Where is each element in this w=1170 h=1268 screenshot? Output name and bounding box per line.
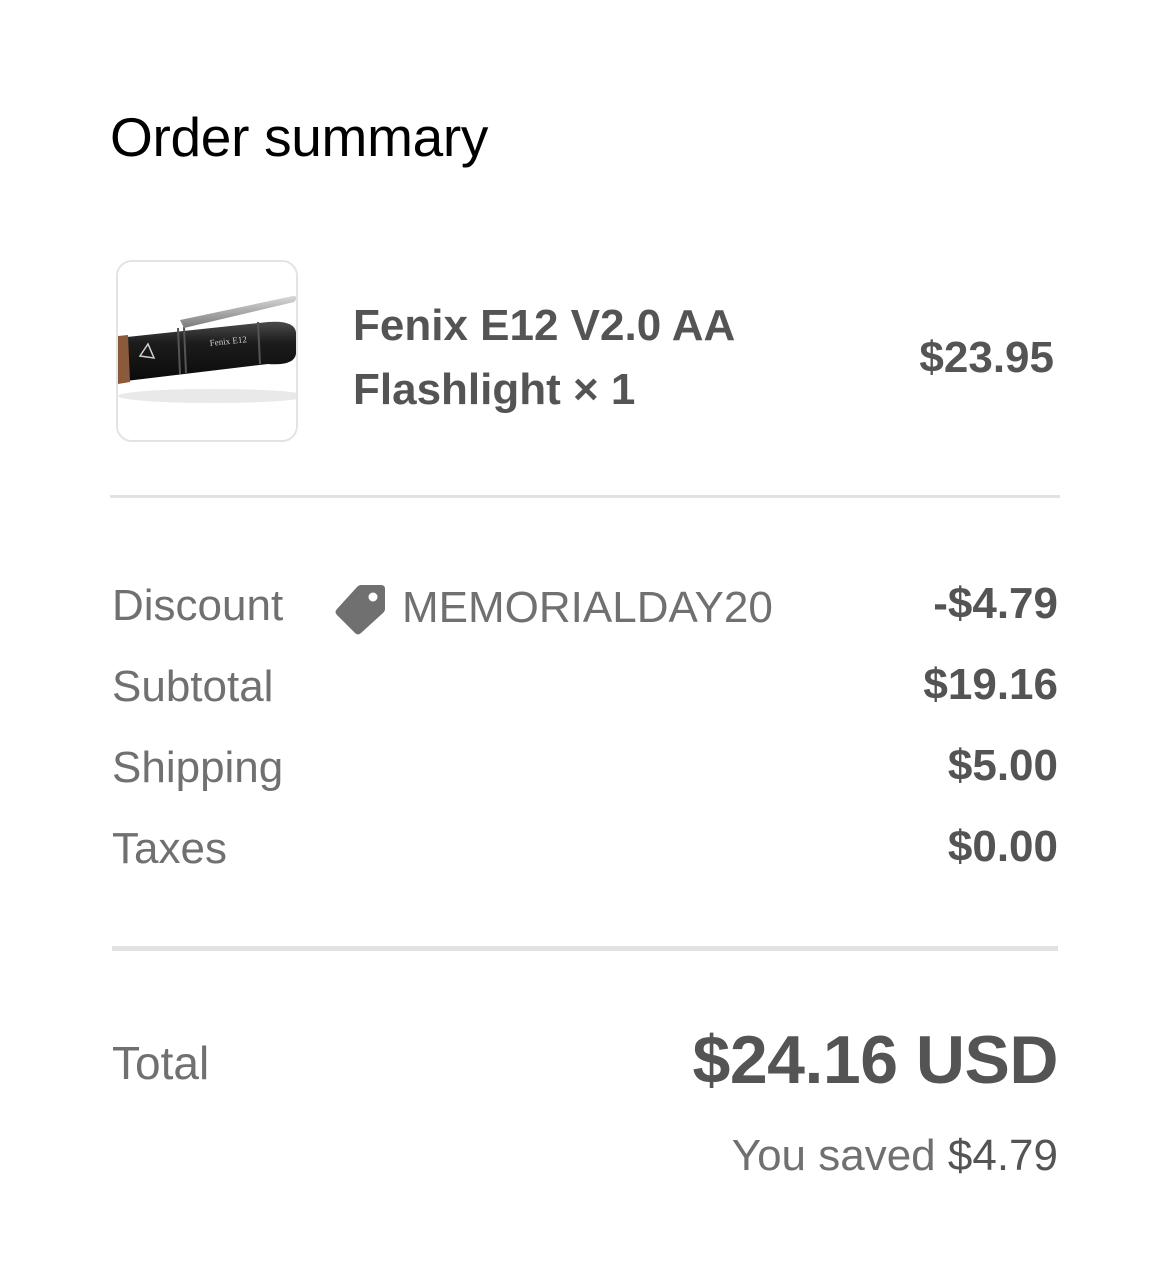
tag-icon [332,580,388,636]
taxes-label: Taxes [112,824,227,873]
product-line-item: Fenix E12 Fenix E12 V2.0 AA Flashlight ×… [110,258,1058,446]
discount-line: Discount MEMORIALDAY20 -$4.79 [112,570,1058,651]
subtotal-value: $19.16 [923,660,1058,709]
discount-label: Discount [112,581,284,630]
divider [112,946,1058,951]
shipping-line: Shipping $5.00 [112,732,1058,813]
order-summary-title: Order summary [110,106,489,168]
saved-prefix: You saved [731,1131,936,1180]
product-title: Fenix E12 V2.0 AA Flashlight [353,301,734,414]
discount-value: -$4.79 [933,579,1058,628]
cost-breakdown: Discount MEMORIALDAY20 -$4.79 Subtotal $… [112,570,1058,894]
subtotal-label: Subtotal [112,662,274,711]
total-value: $24.16 USD [692,1022,1059,1098]
savings-note: You saved $4.79 [732,1128,1058,1184]
discount-code: MEMORIALDAY20 [402,583,773,632]
shipping-label: Shipping [112,743,284,792]
product-name: Fenix E12 V2.0 AA Flashlight × 1 [353,294,813,422]
flashlight-icon: Fenix E12 [118,262,296,440]
total-label: Total [112,1037,210,1089]
discount-code-badge: MEMORIALDAY20 [332,578,773,638]
taxes-line: Taxes $0.00 [112,813,1058,894]
saved-amount: $4.79 [947,1131,1058,1180]
shipping-value: $5.00 [947,741,1058,790]
subtotal-line: Subtotal $19.16 [112,651,1058,732]
product-quantity: × 1 [573,365,636,414]
divider [110,495,1060,498]
product-thumbnail: Fenix E12 [116,260,298,442]
taxes-value: $0.00 [947,822,1058,871]
product-price: $23.95 [919,333,1054,382]
